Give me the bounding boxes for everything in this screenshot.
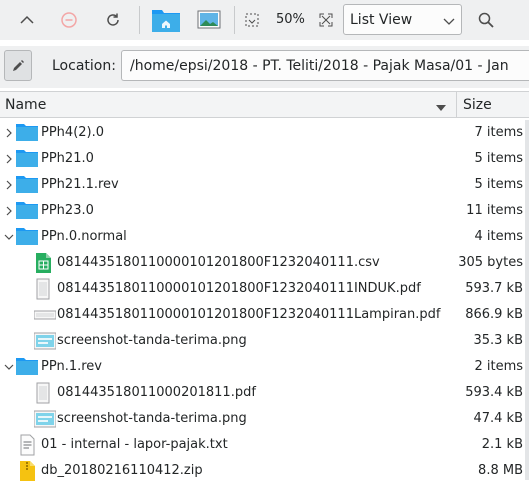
- location-path: /home/epsi/2018 - PT. Teliti/2018 - Paja…: [130, 58, 509, 74]
- preview-icon: [197, 10, 221, 29]
- file-name: db_20180216110412.zip: [41, 463, 203, 478]
- sort-descending-icon: [436, 101, 446, 116]
- toolbar-separator: [234, 6, 235, 34]
- home-button[interactable]: [150, 4, 182, 36]
- image-icon: [33, 330, 57, 352]
- stop-button[interactable]: [54, 4, 84, 36]
- file-name: 081443518011000201811.pdf: [57, 385, 256, 400]
- folder-icon: [16, 226, 38, 248]
- file-size: 593.4 kB: [465, 385, 523, 400]
- pdf-icon: [34, 278, 56, 300]
- folder-row[interactable]: PPh21.1.rev 5 items: [0, 172, 529, 198]
- file-size: 8.8 MB: [478, 463, 523, 478]
- file-row[interactable]: screenshot-tanda-terima.png 35.3 kB: [0, 328, 529, 354]
- folder-icon: [16, 200, 38, 222]
- file-name: 01 - internal - lapor-pajak.txt: [41, 437, 228, 452]
- file-size: 2 items: [474, 359, 523, 374]
- folder-icon: [16, 174, 38, 196]
- folder-icon: [16, 148, 38, 170]
- file-row[interactable]: screenshot-tanda-terima.png 47.4 kB: [0, 406, 529, 432]
- column-header-name[interactable]: Name: [5, 97, 46, 113]
- search-icon: [478, 12, 494, 28]
- file-size: 11 items: [466, 203, 523, 218]
- toolbar-separator: [139, 6, 140, 34]
- text-file-icon: [18, 434, 40, 456]
- file-name: 0814435180110000101201800F1232040111INDU…: [57, 281, 421, 296]
- zoom-out-icon: [245, 13, 259, 27]
- zoom-in-button[interactable]: [316, 4, 336, 36]
- file-row[interactable]: 0814435180110000101201800F1232040111INDU…: [0, 276, 529, 302]
- folder-row[interactable]: PPn.0.normal 4 items: [0, 224, 529, 250]
- file-size: 866.9 kB: [465, 307, 523, 322]
- column-header: Name Size: [0, 91, 529, 118]
- folder-row[interactable]: PPh23.0 11 items: [0, 198, 529, 224]
- file-name: PPh4(2).0: [41, 125, 105, 140]
- folder-row[interactable]: PPh4(2).0 7 items: [0, 120, 529, 146]
- reload-icon: [107, 13, 119, 26]
- pdf-icon: [34, 382, 56, 404]
- chevron-down-icon[interactable]: [4, 361, 14, 373]
- vertical-scrollbar[interactable]: [525, 120, 529, 480]
- zoom-level: 50%: [276, 12, 305, 27]
- folder-row[interactable]: PPh21.0 5 items: [0, 146, 529, 172]
- reload-button[interactable]: [98, 4, 128, 36]
- chevron-right-icon[interactable]: [4, 127, 14, 139]
- home-icon: [152, 10, 180, 32]
- file-name: PPh21.1.rev: [41, 177, 119, 192]
- folder-icon: [16, 356, 38, 378]
- location-label: Location:: [52, 58, 116, 74]
- folder-row[interactable]: PPn.1.rev 2 items: [0, 354, 529, 380]
- file-size: 593.7 kB: [465, 281, 523, 296]
- pencil-icon: [13, 59, 24, 71]
- file-name: PPh23.0: [41, 203, 94, 218]
- file-name: PPn.1.rev: [41, 359, 102, 374]
- file-size: 47.4 kB: [473, 411, 523, 426]
- chevron-down-icon[interactable]: [4, 231, 14, 243]
- view-mode-value: List View: [350, 12, 413, 28]
- file-row[interactable]: 081443518011000201811.pdf 593.4 kB: [0, 380, 529, 406]
- chevron-right-icon[interactable]: [4, 205, 14, 217]
- up-icon: [20, 15, 34, 24]
- file-size: 305 bytes: [458, 255, 523, 270]
- up-button[interactable]: [12, 4, 42, 36]
- file-name: PPn.0.normal: [41, 229, 127, 244]
- file-row[interactable]: 01 - internal - lapor-pajak.txt 2.1 kB: [0, 432, 529, 458]
- pdf-icon: [33, 304, 57, 326]
- file-name: screenshot-tanda-terima.png: [57, 333, 247, 348]
- view-mode-select[interactable]: List View: [343, 4, 462, 35]
- chevron-right-icon[interactable]: [4, 153, 14, 165]
- chevron-right-icon[interactable]: [4, 179, 14, 191]
- chevron-down-icon: [443, 15, 455, 30]
- file-row[interactable]: 0814435180110000101201800F1232040111.csv…: [0, 250, 529, 276]
- folder-icon: [16, 122, 38, 144]
- file-row[interactable]: db_20180216110412.zip 8.8 MB: [0, 458, 529, 484]
- file-size: 4 items: [474, 229, 523, 244]
- spreadsheet-icon: [34, 252, 56, 274]
- zoom-out-button[interactable]: [242, 4, 262, 36]
- location-input[interactable]: /home/epsi/2018 - PT. Teliti/2018 - Paja…: [121, 50, 529, 81]
- file-size: 2.1 kB: [481, 437, 523, 452]
- file-size: 5 items: [474, 151, 523, 166]
- image-icon: [33, 408, 57, 430]
- file-size: 7 items: [474, 125, 523, 140]
- edit-location-button[interactable]: [4, 50, 32, 81]
- stop-icon: [61, 12, 77, 28]
- preview-button[interactable]: [194, 4, 224, 36]
- file-name: 0814435180110000101201800F1232040111.csv: [57, 255, 380, 270]
- toolbar: 50% List View: [0, 0, 529, 40]
- file-name: screenshot-tanda-terima.png: [57, 411, 247, 426]
- file-size: 35.3 kB: [473, 333, 523, 348]
- file-size: 5 items: [474, 177, 523, 192]
- location-bar: Location: /home/epsi/2018 - PT. Teliti/2…: [0, 46, 529, 88]
- file-row[interactable]: 0814435180110000101201800F1232040111Lamp…: [0, 302, 529, 328]
- zoom-in-icon: [319, 13, 333, 27]
- file-name: 0814435180110000101201800F1232040111Lamp…: [57, 307, 441, 322]
- column-divider[interactable]: [456, 92, 457, 117]
- search-button[interactable]: [470, 4, 502, 36]
- column-header-size[interactable]: Size: [463, 97, 492, 113]
- file-name: PPh21.0: [41, 151, 94, 166]
- archive-icon: [18, 460, 40, 482]
